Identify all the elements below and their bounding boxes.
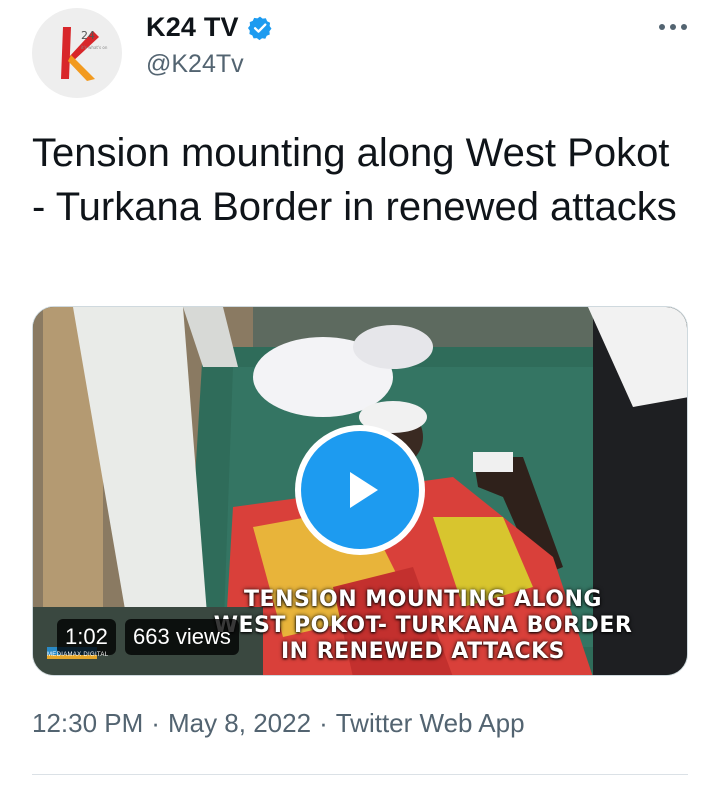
caption-line: TENSION MOUNTING ALONG [244, 587, 602, 612]
caption-line: WEST POKOT- TURKANA BORDER [213, 613, 633, 638]
meta-separator: · [319, 708, 328, 738]
caption-line: IN RENEWED ATTACKS [280, 639, 566, 664]
display-name[interactable]: K24 TV [146, 12, 239, 43]
tweet-source[interactable]: Twitter Web App [336, 708, 525, 739]
media-brand-label: MEDIAMAX DIGITAL [47, 652, 109, 658]
name-row: K24 TV [146, 12, 273, 43]
video-duration: 1:02 [57, 619, 116, 655]
avatar[interactable]: 24 it's what's on [32, 8, 122, 98]
tweet-date[interactable]: May 8, 2022 [168, 708, 311, 739]
more-options-icon[interactable] [656, 10, 690, 44]
k24-logo-icon: 24 it's what's on [61, 27, 108, 81]
divider [32, 774, 688, 775]
video-caption: TENSION MOUNTING ALONG WEST POKOT- TURKA… [213, 587, 633, 665]
view-count: 663 views [125, 619, 239, 655]
tweet: 24 it's what's on K24 TV @K24Tv Tension … [0, 0, 720, 786]
tweet-text: Tension mounting along West Pokot - Turk… [32, 131, 677, 229]
play-button[interactable] [295, 425, 425, 555]
video-player[interactable]: TENSION MOUNTING ALONG WEST POKOT- TURKA… [32, 306, 688, 676]
verified-badge-icon [247, 15, 273, 41]
logo-number: 24 [81, 29, 95, 42]
tweet-meta: 12:30 PM · May 8, 2022 · Twitter Web App [32, 708, 525, 739]
tweet-time[interactable]: 12:30 PM [32, 708, 143, 739]
account-handle[interactable]: @K24Tv [146, 50, 244, 79]
logo-tagline: it's what's on [81, 45, 108, 50]
meta-separator: · [151, 708, 160, 738]
play-icon [301, 431, 419, 549]
